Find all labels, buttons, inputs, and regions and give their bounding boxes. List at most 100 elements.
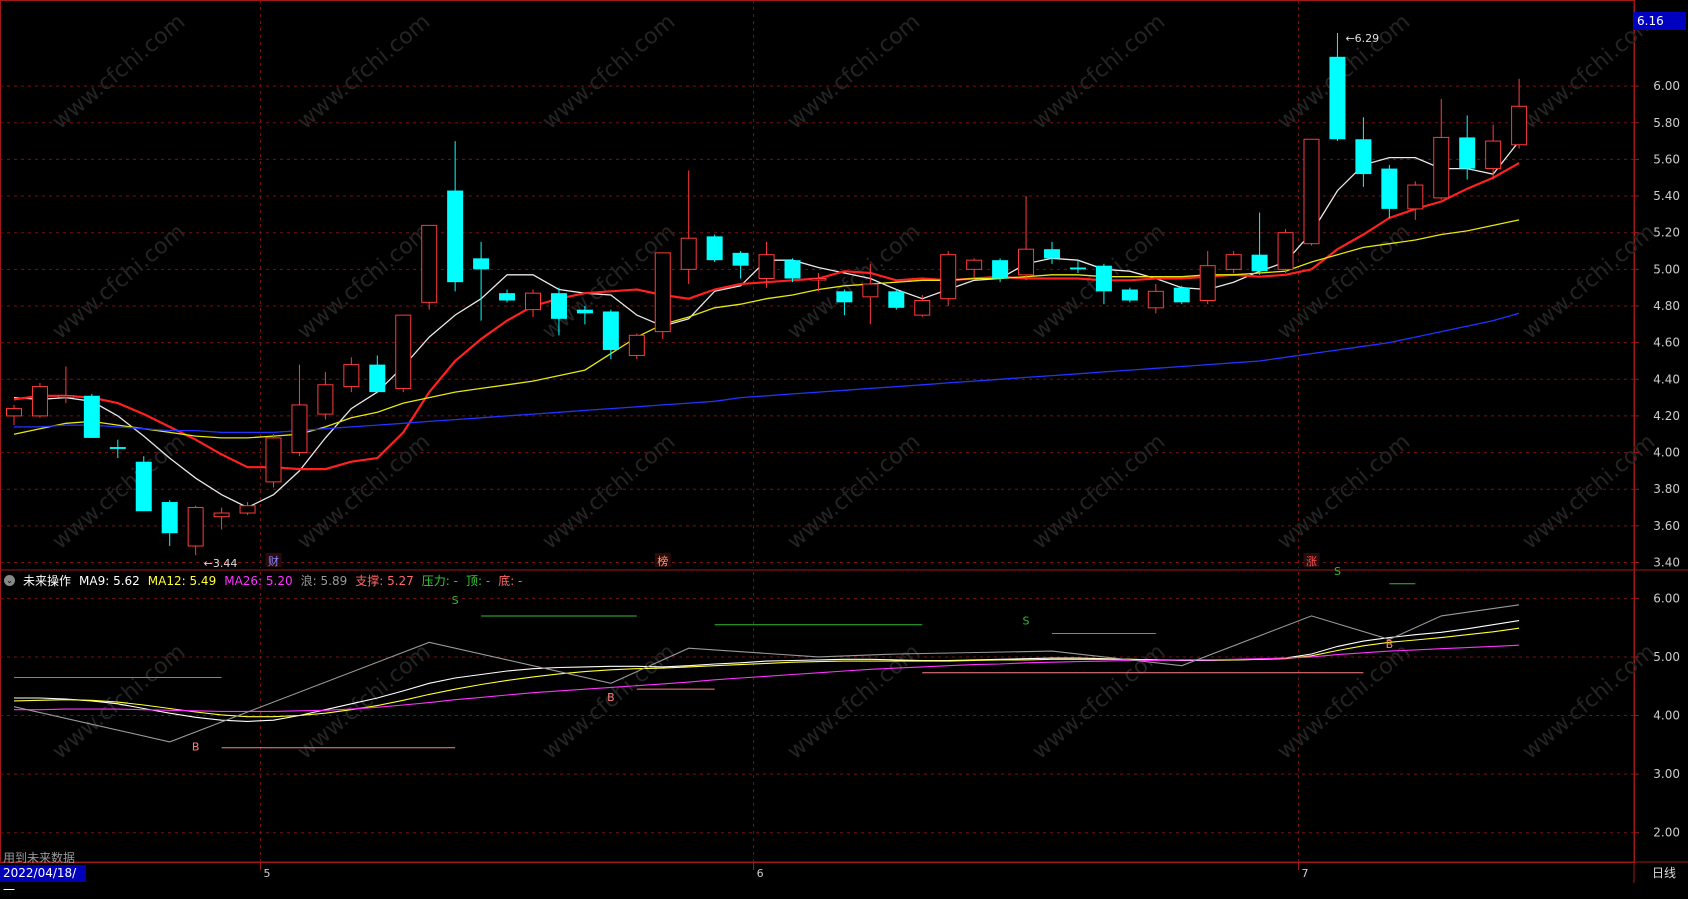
candle (265, 434, 282, 488)
candle-body (1121, 289, 1138, 301)
candle-body (421, 224, 438, 303)
legend-item: MA26: 5.20 (224, 573, 293, 588)
sell-signal: S (1334, 565, 1341, 578)
price-tick-label: 5.60 (1653, 152, 1680, 166)
indicator-tick-label: 6.00 (1653, 591, 1680, 605)
candle-body (109, 447, 126, 449)
price-tick-label: 3.60 (1653, 519, 1680, 533)
candle-body (57, 395, 74, 398)
candle (1329, 32, 1346, 142)
high-price-label: ←6.29 (1345, 32, 1379, 45)
candle (914, 294, 931, 317)
candle (1121, 287, 1138, 303)
indicator-segments: S B B S B S (14, 565, 1416, 754)
legend-item: MA12: 5.49 (147, 573, 217, 588)
candle-body (83, 395, 100, 438)
candle (1511, 78, 1528, 149)
watermark-text: www.cfchi.com (1518, 639, 1660, 764)
candle-body (1173, 287, 1190, 303)
candle (602, 309, 619, 360)
candle-body (187, 507, 204, 547)
candle-body (447, 190, 464, 283)
candle (680, 170, 697, 284)
candle-body (1433, 136, 1450, 199)
price-tick-label: 6.00 (1653, 79, 1680, 93)
candle (1044, 241, 1060, 264)
candle-body (31, 386, 48, 417)
candle-body (602, 311, 619, 350)
watermark-text: www.cfchi.com (538, 9, 680, 134)
candle (784, 258, 801, 283)
legend-item: MA9: 5.62 (79, 573, 140, 588)
indicator-tick-label: 4.00 (1653, 709, 1680, 723)
candle (1303, 138, 1320, 246)
candle (1407, 181, 1424, 220)
candle (83, 393, 100, 438)
price-tick-label: 4.20 (1653, 409, 1680, 423)
period-label[interactable]: 日线 (1640, 865, 1688, 882)
candle (525, 289, 541, 317)
date-cursor-label: 2022/04/18/一 (0, 865, 86, 897)
price-tick-label: 4.40 (1653, 372, 1680, 386)
watermark-text: www.cfchi.com (48, 219, 190, 344)
candle-body (992, 260, 1009, 279)
candle-body (862, 283, 879, 298)
price-tick-label: 3.40 (1653, 556, 1680, 570)
watermark-text: www.cfchi.com (783, 429, 925, 554)
candle-body (161, 502, 178, 534)
indicator-line-ma9 (14, 620, 1520, 722)
watermark-text: www.cfchi.com (1273, 219, 1415, 344)
candle (940, 251, 957, 306)
indicator-tick-label: 3.00 (1653, 767, 1680, 781)
candle (6, 404, 22, 426)
legend-item: 底: - (498, 573, 523, 588)
buy-signal: B (1386, 638, 1394, 651)
chart-canvas[interactable]: www.cfchi.com www.cfchi.com www.cfchi.com w… (0, 0, 1688, 883)
candle (966, 258, 983, 279)
candle-body (1381, 168, 1398, 209)
candle-body (317, 384, 334, 415)
candle (57, 366, 74, 404)
candle-body (1225, 254, 1242, 270)
candle-body (680, 237, 697, 270)
candle (1173, 285, 1190, 305)
candle-body (914, 299, 931, 316)
candle (395, 314, 412, 393)
candle (135, 456, 152, 512)
candle-body (1251, 254, 1268, 272)
candle (187, 505, 204, 556)
candle-body (1511, 105, 1528, 146)
candle-body (550, 293, 567, 319)
candle-body (1018, 248, 1035, 276)
collapse-icon[interactable]: ⌄ (4, 574, 15, 586)
candle-body (836, 291, 853, 303)
watermark-text: www.cfchi.com (783, 9, 925, 134)
candle (732, 251, 749, 279)
event-marker: 涨 (1306, 555, 1317, 568)
watermark-text: www.cfchi.com (1028, 9, 1170, 134)
candle-body (265, 437, 282, 483)
price-tick-label: 4.80 (1653, 299, 1680, 313)
candle-body (784, 260, 801, 279)
legend-item: 浪: 5.89 (300, 573, 348, 588)
candle-body (239, 505, 256, 514)
candle-body (576, 309, 593, 314)
candle (888, 289, 905, 310)
candle-body (1044, 249, 1060, 259)
indicator-name[interactable]: 未来操作 (23, 572, 71, 589)
sell-signal: S (1023, 615, 1030, 628)
candle (447, 141, 464, 292)
candle (109, 439, 126, 459)
month-tick-label: 6 (757, 867, 764, 880)
candle (473, 241, 490, 321)
candle (1199, 251, 1216, 305)
price-tick-label: 4.00 (1653, 446, 1680, 460)
candle-body (1277, 232, 1294, 270)
candle-body (499, 293, 516, 301)
candle (31, 382, 48, 418)
candle-body (1199, 265, 1216, 301)
candle-body (1069, 267, 1086, 270)
candle-body (473, 258, 490, 270)
candle (1277, 229, 1294, 274)
price-tick-label: 3.80 (1653, 482, 1680, 496)
